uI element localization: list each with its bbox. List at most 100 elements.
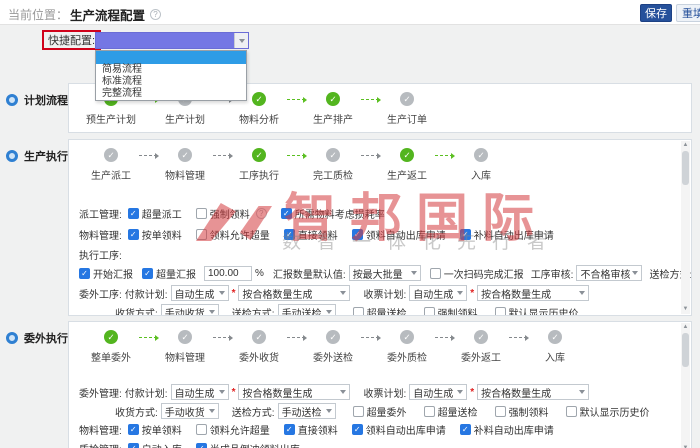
select-value: 按合格数量生成 (242, 286, 312, 301)
info-icon[interactable] (256, 208, 267, 219)
invoice-plan-select[interactable]: 自动生成 (409, 285, 467, 301)
chevron-down-icon (209, 310, 215, 316)
step-item: 整单委外 (83, 330, 139, 364)
checkbox-refill-auto-outbound[interactable]: 补料自动出库申请 (460, 422, 554, 437)
save-button[interactable]: 保存 (640, 4, 672, 22)
payment-plan-select[interactable]: 自动生成 (171, 384, 229, 400)
checkbox-force-picking[interactable]: 强制领料 (495, 404, 549, 419)
breadcrumb-label: 当前位置： (8, 6, 68, 23)
select-arrow-box[interactable] (234, 33, 248, 48)
checkbox-refill-auto-outbound[interactable]: 补料自动出库申请 (460, 227, 554, 242)
required-asterisk: * (232, 387, 236, 398)
checkbox-backflush-outbound[interactable]: 半成品倒冲领料出库 (196, 441, 300, 448)
scroll-thumb[interactable] (682, 151, 689, 185)
checkbox-show-history-price[interactable]: 默认显示历史价 (566, 404, 650, 419)
checkbox-allow-over-pick[interactable]: 领料允许超量 (196, 227, 270, 242)
checkbox (196, 443, 207, 448)
receive-mode-label: 收货方式: (115, 305, 158, 317)
payment-rule-select[interactable]: 按合格数量生成 (238, 285, 350, 301)
dropdown-option[interactable]: 简易流程 (96, 64, 246, 76)
checkbox-loss-rate[interactable]: 所需物料考虑损耗率 (281, 206, 385, 221)
step-item: 委外送检 (305, 330, 361, 364)
chevron-down-icon (209, 409, 215, 416)
invoice-plan-select[interactable]: 自动生成 (409, 384, 467, 400)
chevron-down-icon (326, 409, 332, 416)
scrollbar[interactable] (681, 141, 690, 314)
checkbox-force-picking[interactable]: 强制领料 (196, 206, 267, 221)
step-label: 入库 (453, 167, 509, 182)
chevron-down-icon (411, 271, 417, 278)
check-pending-icon (326, 148, 340, 162)
invoice-rule-select[interactable]: 按合格数量生成 (477, 285, 589, 301)
receive-mode-select[interactable]: 手动收货 (161, 403, 219, 419)
process-audit-select[interactable]: 不合格审核 (576, 265, 642, 281)
dropdown-option[interactable]: 标准流程 (96, 76, 246, 88)
quick-config-select[interactable] (95, 32, 249, 49)
scroll-up-icon[interactable] (683, 141, 689, 150)
invoice-rule-select[interactable]: 按合格数量生成 (477, 384, 589, 400)
checkbox-label: 按单领料 (142, 422, 182, 437)
checkbox (196, 229, 207, 240)
checkbox-pick-by-order[interactable]: 按单领料 (128, 227, 182, 242)
checkbox-direct-pick[interactable]: 直接领料 (284, 227, 338, 242)
step-item: 生产订单 (379, 92, 435, 126)
checkbox-direct-pick[interactable]: 直接领料 (284, 422, 338, 437)
checkbox-over-dispatch[interactable]: 超量派工 (128, 206, 182, 221)
arrow-icon (213, 155, 231, 156)
payment-plan-select[interactable]: 自动生成 (171, 285, 229, 301)
dropdown-option[interactable]: 完整流程 (96, 88, 246, 100)
checkbox-label: 一次扫码完成汇报 (444, 266, 524, 281)
help-icon[interactable] (150, 9, 161, 20)
required-asterisk: * (470, 288, 474, 299)
qty-default-select[interactable]: 按最大批量 (349, 265, 421, 281)
scroll-up-icon[interactable] (683, 323, 689, 332)
checkbox-auto-inbound[interactable]: 自动入库 (128, 441, 182, 448)
checkbox-label: 所需物料考虑损耗率 (295, 206, 385, 221)
row-label: 质检管理: (79, 441, 122, 448)
scroll-down-icon[interactable] (683, 305, 689, 314)
over-report-percent-input[interactable] (204, 266, 252, 281)
checkbox-allow-over-pick[interactable]: 领料允许超量 (196, 422, 270, 437)
dropdown-option-blank[interactable] (96, 51, 246, 64)
checkbox-show-history-price[interactable]: 默认显示历史价 (495, 305, 579, 317)
checkbox-auto-outbound-request[interactable]: 领料自动出库申请 (352, 227, 446, 242)
checkbox-over-outsource[interactable]: 超量委外 (353, 404, 407, 419)
select-value: 手动送检 (282, 404, 322, 419)
section-title: 计划流程 (24, 92, 68, 108)
send-inspect-select[interactable]: 手动送检 (278, 403, 336, 419)
checkbox-auto-outbound-request[interactable]: 领料自动出库申请 (352, 422, 446, 437)
reset-button[interactable]: 重填 (676, 4, 700, 22)
outsource-process-payment-row: 委外工序: 付款计划: 自动生成 * 按合格数量生成 收票计划: 自动生成 * … (79, 285, 691, 301)
receive-mode-select[interactable]: 手动收货 (161, 304, 219, 316)
blue-radio-icon (6, 332, 18, 344)
checkbox-label: 超量汇报 (156, 266, 196, 281)
select-value: 自动生成 (413, 286, 453, 301)
chevron-down-icon (219, 291, 225, 298)
checkbox-over-inspect[interactable]: 超量送检 (424, 404, 478, 419)
checkbox (128, 424, 139, 435)
check-done-icon (252, 148, 266, 162)
checkbox-pick-by-order[interactable]: 按单领料 (128, 422, 182, 437)
checkbox-start-report[interactable]: 开始汇报 (79, 266, 133, 281)
step-item: 生产派工 (83, 148, 139, 182)
checkbox (566, 406, 577, 417)
checkbox (460, 229, 471, 240)
checkbox-scan-complete-report[interactable]: 一次扫码完成汇报 (430, 266, 524, 281)
checkbox (352, 229, 363, 240)
check-pending-icon (474, 148, 488, 162)
payment-rule-select[interactable]: 按合格数量生成 (238, 384, 350, 400)
checkbox-label: 强制领料 (509, 404, 549, 419)
checkbox-over-report[interactable]: 超量汇报 (142, 266, 196, 281)
row-label: 派工管理: (79, 206, 122, 221)
scroll-down-icon[interactable] (683, 444, 689, 448)
send-inspect-select[interactable]: 手动送检 (278, 304, 336, 316)
checkbox-over-inspect[interactable]: 超量送检 (353, 305, 407, 317)
checkbox-label: 领料允许超量 (210, 422, 270, 437)
scroll-thumb[interactable] (682, 333, 689, 367)
outsource-receive-row: 收货方式: 手动收货 送检方式: 手动送检 超量委外 超量送检 强制领料 默认显… (115, 403, 691, 419)
step-item: 委外质检 (379, 330, 435, 364)
percent-sign: % (255, 268, 264, 279)
select-value: 按合格数量生成 (481, 385, 551, 400)
checkbox-force-picking[interactable]: 强制领料 (424, 305, 478, 317)
scrollbar[interactable] (681, 323, 690, 448)
